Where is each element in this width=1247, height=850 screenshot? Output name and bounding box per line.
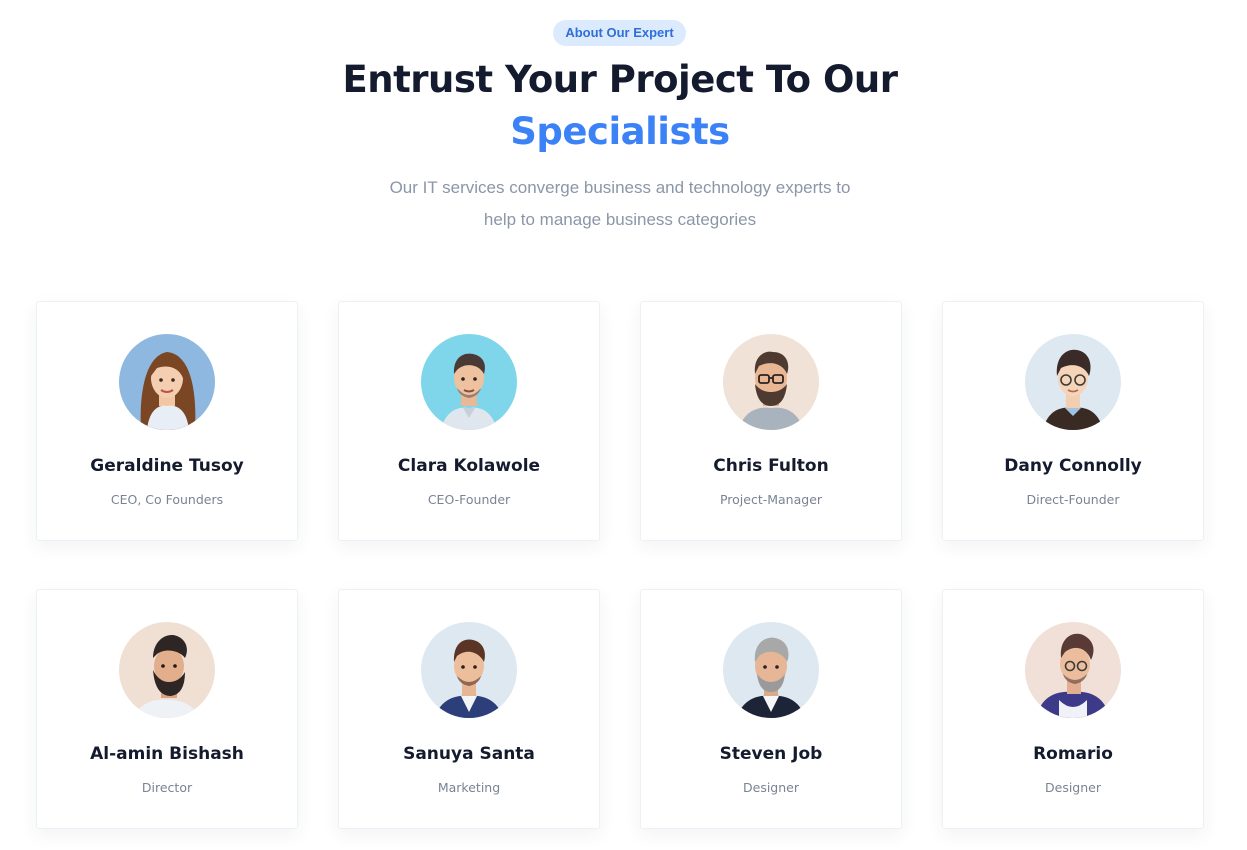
team-member-name: Steven Job	[719, 744, 823, 764]
team-card[interactable]: Sanuya Santa Marketing	[338, 589, 600, 829]
team-card[interactable]: Chris Fulton Project-Manager	[640, 301, 902, 541]
section-heading: Entrust Your Project To Our Specialists	[0, 54, 1240, 158]
man-glasses-sweater-avatar-icon	[1025, 334, 1121, 430]
section-subtitle: Our IT services converge business and te…	[0, 172, 1240, 236]
team-member-name: Sanuya Santa	[403, 744, 535, 764]
team-member-role: Director	[141, 780, 193, 795]
team-member-name: Chris Fulton	[713, 456, 829, 476]
team-member-name: Clara Kolawole	[397, 456, 541, 476]
team-member-role: Direct-Founder	[1026, 492, 1120, 507]
team-member-role: Marketing	[437, 780, 501, 795]
man-shirt-avatar-icon	[421, 334, 517, 430]
man-glasses-beard-avatar-icon	[723, 334, 819, 430]
man-suit-avatar-icon	[421, 622, 517, 718]
team-member-role: CEO-Founder	[427, 492, 511, 507]
heading-line-1: Entrust Your Project To Our	[342, 58, 899, 101]
team-member-role: Designer	[743, 780, 799, 795]
woman-long-hair-avatar-icon	[119, 334, 215, 430]
team-card[interactable]: Dany Connolly Direct-Founder	[942, 301, 1204, 541]
team-card[interactable]: Al-amin Bishash Director	[36, 589, 298, 829]
team-member-name: Al-amin Bishash	[90, 744, 244, 764]
team-member-role: CEO, Co Founders	[110, 492, 224, 507]
team-card[interactable]: Clara Kolawole CEO-Founder	[338, 301, 600, 541]
team-card[interactable]: Romario Designer	[942, 589, 1204, 829]
team-member-role: Designer	[1045, 780, 1101, 795]
man-beard-profile-avatar-icon	[119, 622, 215, 718]
section-badge: About Our Expert	[553, 20, 686, 46]
older-man-suit-avatar-icon	[723, 622, 819, 718]
team-member-role: Project-Manager	[719, 492, 823, 507]
team-card[interactable]: Steven Job Designer	[640, 589, 902, 829]
subtitle-line-1: Our IT services converge business and te…	[389, 178, 851, 197]
team-member-name: Romario	[1033, 744, 1113, 764]
team-member-name: Dany Connolly	[1004, 456, 1142, 476]
man-hoodie-glasses-avatar-icon	[1025, 622, 1121, 718]
team-member-name: Geraldine Tusoy	[90, 456, 244, 476]
subtitle-line-2: help to manage business categories	[483, 210, 757, 229]
heading-line-2-highlight: Specialists	[510, 110, 730, 153]
team-card[interactable]: Geraldine Tusoy CEO, Co Founders	[36, 301, 298, 541]
